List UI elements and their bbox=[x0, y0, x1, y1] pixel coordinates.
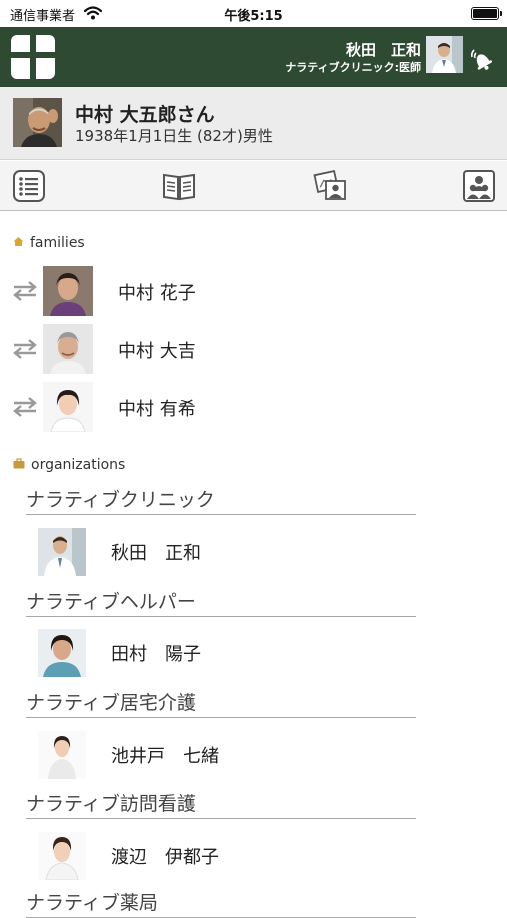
families-section-title: families bbox=[13, 235, 85, 251]
family-member-photo bbox=[43, 266, 93, 316]
family-row[interactable]: 中村 花子 bbox=[0, 265, 507, 317]
family-member-photo bbox=[43, 382, 93, 432]
app-header: 秋田 正和 ナラティブクリニック:医師 bbox=[0, 27, 507, 87]
briefcase-icon bbox=[13, 457, 25, 473]
member-photo bbox=[38, 832, 86, 880]
organization-name: ナラティブヘルパー bbox=[26, 591, 196, 613]
home-icon bbox=[13, 235, 24, 251]
list-icon[interactable] bbox=[12, 169, 46, 203]
organizations-label: organizations bbox=[31, 457, 126, 473]
photo-people-icon[interactable] bbox=[313, 169, 347, 203]
organization-header[interactable]: ナラティブクリニック bbox=[26, 483, 416, 515]
patient-birth-info: 1938年1月1日生 (82才)男性 bbox=[75, 127, 273, 145]
organization-header[interactable]: ナラティブヘルパー bbox=[26, 585, 416, 617]
app-logo-icon[interactable] bbox=[11, 35, 55, 79]
member-name: 池井戸 七緒 bbox=[111, 746, 219, 767]
organization-name: ナラティブ居宅介護 bbox=[26, 692, 196, 714]
member-name: 渡辺 伊都子 bbox=[111, 847, 219, 868]
family-member-photo bbox=[43, 324, 93, 374]
family-row[interactable]: 中村 大吉 bbox=[0, 323, 507, 375]
battery-icon bbox=[471, 7, 502, 20]
member-photo bbox=[38, 629, 86, 677]
organization-header[interactable]: ナラティブ居宅介護 bbox=[26, 686, 416, 718]
user-avatar[interactable] bbox=[426, 36, 463, 73]
organization-name: ナラティブ訪問看護 bbox=[26, 793, 196, 815]
organization-name: ナラティブクリニック bbox=[26, 489, 215, 511]
family-member-name: 中村 花子 bbox=[118, 283, 196, 304]
book-icon[interactable] bbox=[162, 169, 196, 203]
organization-member-row[interactable]: 田村 陽子 bbox=[0, 629, 507, 681]
member-name: 田村 陽子 bbox=[111, 644, 201, 665]
user-name: 秋田 正和 bbox=[345, 41, 421, 59]
user-organization: ナラティブクリニック:医師 bbox=[285, 61, 421, 74]
family-member-name: 中村 有希 bbox=[118, 399, 196, 420]
patient-photo bbox=[13, 98, 62, 147]
member-photo bbox=[38, 528, 86, 576]
family-row[interactable]: 中村 有希 bbox=[0, 381, 507, 433]
swap-icon[interactable] bbox=[12, 279, 38, 303]
patient-name: 中村 大五郎さん bbox=[75, 104, 215, 126]
swap-icon[interactable] bbox=[12, 337, 38, 361]
member-name: 秋田 正和 bbox=[111, 543, 201, 564]
organization-member-row[interactable]: 渡辺 伊都子 bbox=[0, 832, 507, 884]
toolbar bbox=[0, 161, 507, 211]
organization-header[interactable]: ナラティブ薬局 bbox=[26, 886, 416, 918]
member-photo bbox=[38, 731, 86, 779]
swap-icon[interactable] bbox=[12, 395, 38, 419]
organization-member-row[interactable]: 秋田 正和 bbox=[0, 528, 507, 580]
families-label: families bbox=[30, 235, 85, 251]
bell-icon[interactable] bbox=[469, 47, 495, 73]
patient-header: 中村 大五郎さん 1938年1月1日生 (82才)男性 bbox=[0, 87, 507, 160]
team-icon[interactable] bbox=[462, 169, 496, 203]
organization-name: ナラティブ薬局 bbox=[26, 892, 158, 914]
organization-header[interactable]: ナラティブ訪問看護 bbox=[26, 787, 416, 819]
organizations-section-title: organizations bbox=[13, 457, 125, 473]
status-bar: 通信事業者 午後5:15 bbox=[0, 0, 507, 27]
status-time: 午後5:15 bbox=[224, 9, 283, 24]
family-member-name: 中村 大吉 bbox=[118, 341, 196, 362]
organization-member-row[interactable]: 池井戸 七緒 bbox=[0, 731, 507, 783]
